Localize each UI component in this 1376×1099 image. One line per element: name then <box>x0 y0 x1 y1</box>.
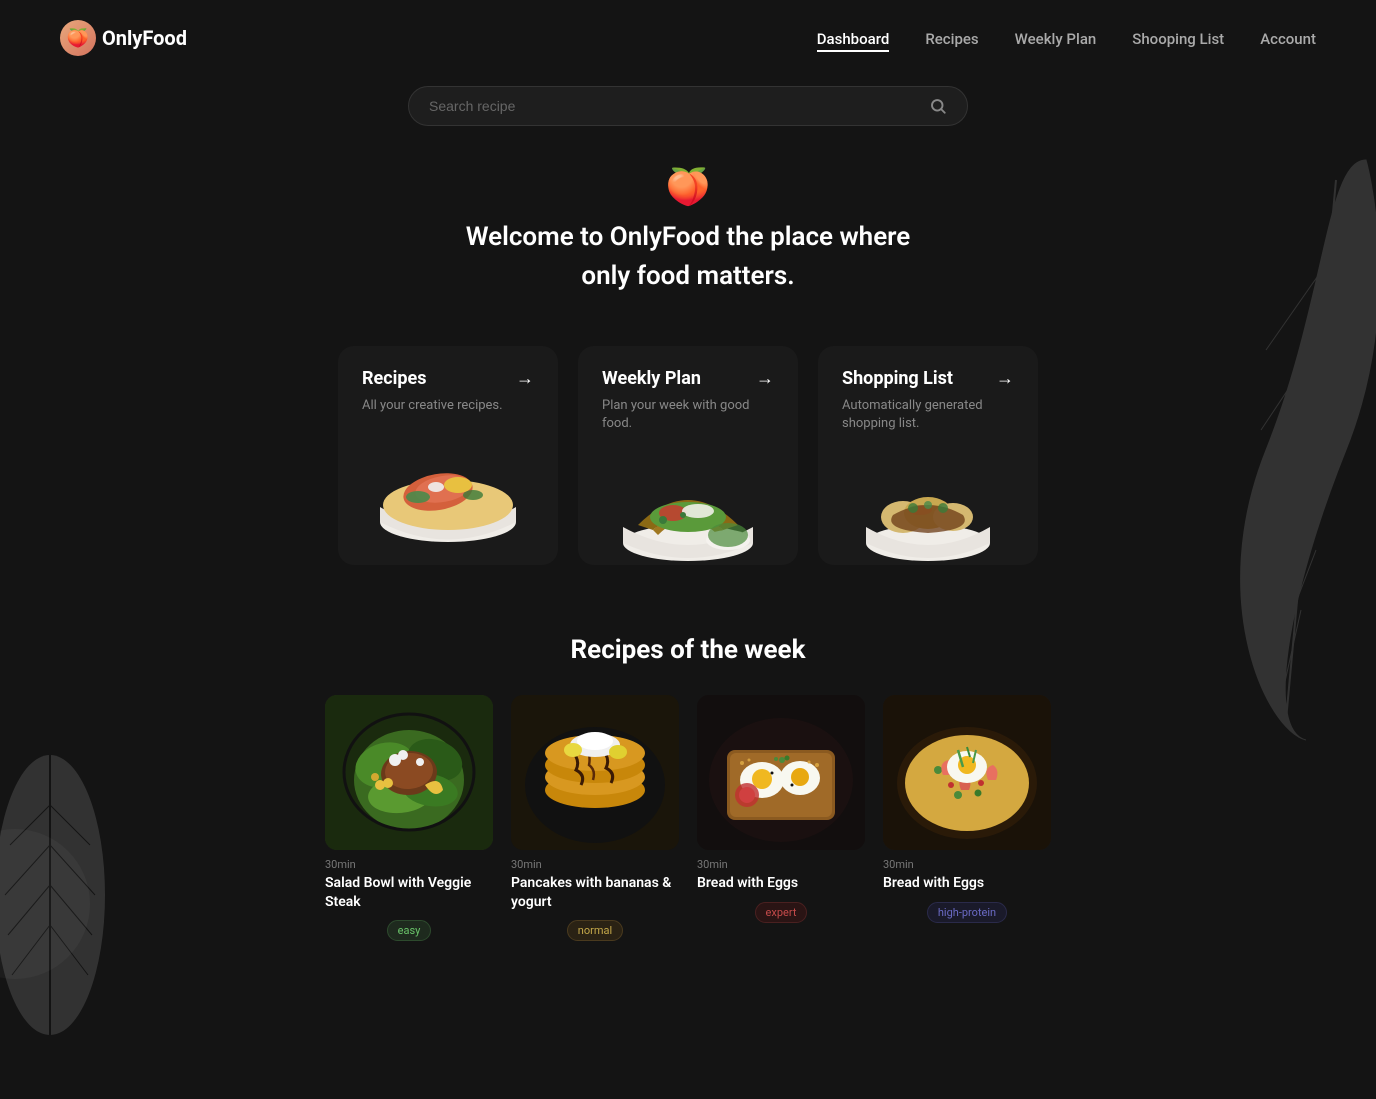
recipe-3-tag: expert <box>755 902 808 923</box>
main-content: 🍑 Welcome to OnlyFood the place where on… <box>0 86 1376 941</box>
nav-links: Dashboard Recipes Weekly Plan Shooping L… <box>817 29 1316 48</box>
feature-card-shopping-list-title: Shopping List <box>842 368 953 389</box>
feature-cards: Recipes → All your creative recipes. <box>60 346 1316 565</box>
recipe-cards-grid: 30min Salad Bowl with Veggie Steak easy <box>60 695 1316 940</box>
search-icon <box>929 97 947 115</box>
recipe-1-tag: easy <box>387 920 432 941</box>
weekly-plan-food-illustration <box>608 445 768 565</box>
logo-text: OnlyFood <box>102 26 187 50</box>
recipe-4-time: 30min <box>883 858 1051 871</box>
feature-card-shopping-list-desc: Automatically generated shopping list. <box>842 397 1014 433</box>
recipe-img-2 <box>511 695 679 850</box>
feature-card-recipes-title: Recipes <box>362 368 427 389</box>
arrow-icon-shopping-list: → <box>996 368 1014 389</box>
recipes-section: Recipes of the week <box>60 635 1316 940</box>
welcome-emoji: 🍑 <box>60 166 1316 208</box>
nav-shopping-list[interactable]: Shooping List <box>1132 30 1224 48</box>
recipe-2-tag: normal <box>567 920 623 941</box>
recipe-1-time: 30min <box>325 858 493 871</box>
search-button[interactable] <box>929 97 947 115</box>
recipe-4-tag: high-protein <box>927 902 1007 923</box>
feature-card-shopping-list[interactable]: Shopping List → Automatically generated … <box>818 346 1038 565</box>
recipe-card-1[interactable]: 30min Salad Bowl with Veggie Steak easy <box>325 695 493 940</box>
recipe-3-time: 30min <box>697 858 865 871</box>
search-container <box>60 86 1316 126</box>
recipe-img-4 <box>883 695 1051 850</box>
recipe-img-1 <box>325 695 493 850</box>
recipe-card-2[interactable]: 30min Pancakes with bananas & yogurt nor… <box>511 695 679 940</box>
feature-card-shopping-list-header: Shopping List → <box>842 368 1014 389</box>
recipe-3-name: Bread with Eggs <box>697 874 865 892</box>
arrow-icon-recipes: → <box>516 368 534 389</box>
recipe-1-name: Salad Bowl with Veggie Steak <box>325 874 493 910</box>
welcome-title: Welcome to OnlyFood the place where only… <box>60 218 1316 296</box>
navigation: 🍑 OnlyFood Dashboard Recipes Weekly Plan… <box>0 0 1376 76</box>
feature-card-recipes-header: Recipes → <box>362 368 534 389</box>
nav-recipes[interactable]: Recipes <box>925 30 978 48</box>
search-bar <box>408 86 968 126</box>
recipe-2-time: 30min <box>511 858 679 871</box>
nav-account[interactable]: Account <box>1260 30 1316 48</box>
feature-card-weekly-plan-header: Weekly Plan → <box>602 368 774 389</box>
logo[interactable]: 🍑 OnlyFood <box>60 20 187 56</box>
recipe-2-name: Pancakes with bananas & yogurt <box>511 874 679 910</box>
feature-card-recipes-desc: All your creative recipes. <box>362 397 534 415</box>
recipe-card-4[interactable]: 30min Bread with Eggs high-protein <box>883 695 1051 940</box>
logo-icon: 🍑 <box>60 20 96 56</box>
recipes-food-illustration <box>368 427 528 547</box>
feature-card-weekly-plan-desc: Plan your week with good food. <box>602 397 774 433</box>
arrow-icon-weekly-plan: → <box>756 368 774 389</box>
recipe-4-name: Bread with Eggs <box>883 874 1051 892</box>
feature-card-weekly-plan[interactable]: Weekly Plan → Plan your week with good f… <box>578 346 798 565</box>
search-input[interactable] <box>429 98 919 114</box>
feature-card-weekly-plan-title: Weekly Plan <box>602 368 701 389</box>
recipe-img-3 <box>697 695 865 850</box>
nav-dashboard[interactable]: Dashboard <box>817 30 890 52</box>
welcome-section: 🍑 Welcome to OnlyFood the place where on… <box>60 166 1316 296</box>
feature-card-recipes[interactable]: Recipes → All your creative recipes. <box>338 346 558 565</box>
shopping-list-food-illustration <box>848 445 1008 565</box>
recipes-section-title: Recipes of the week <box>60 635 1316 665</box>
recipe-card-3[interactable]: 30min Bread with Eggs expert <box>697 695 865 940</box>
nav-weekly-plan[interactable]: Weekly Plan <box>1015 30 1097 48</box>
